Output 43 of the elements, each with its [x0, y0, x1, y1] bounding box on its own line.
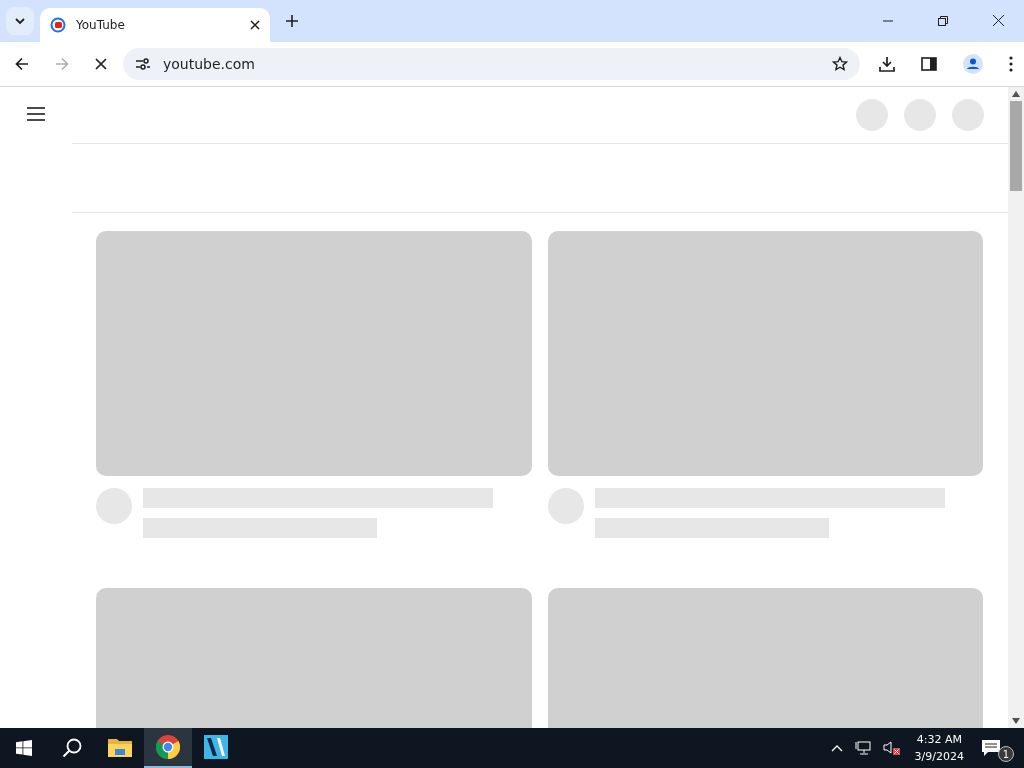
back-icon[interactable]	[15, 57, 29, 71]
chevron-up-icon[interactable]	[830, 744, 843, 752]
network-icon[interactable]	[854, 741, 871, 755]
windows-icon	[16, 740, 32, 756]
address-bar[interactable]: youtube.com	[123, 48, 860, 80]
loading-icon	[50, 17, 66, 33]
profile-icon[interactable]	[963, 54, 983, 74]
side-panel-icon[interactable]	[921, 57, 937, 71]
avatar-placeholder	[96, 488, 132, 524]
taskbar-app[interactable]	[144, 728, 192, 768]
skeleton-circle	[904, 99, 936, 131]
menu-icon[interactable]	[27, 107, 45, 121]
folder-icon	[108, 737, 132, 757]
chevron-down-icon	[14, 15, 26, 27]
menu-icon[interactable]	[1009, 56, 1013, 72]
skeleton-circle	[952, 99, 984, 131]
tab-search-button[interactable]	[6, 7, 34, 35]
notification-button[interactable]: 1	[982, 728, 1012, 768]
download-icon[interactable]	[879, 56, 895, 72]
message-icon	[982, 740, 1000, 756]
new-tab-icon[interactable]	[286, 15, 298, 27]
chrome-icon	[156, 735, 180, 759]
video-editor-icon	[204, 735, 228, 759]
scroll-down-icon[interactable]	[1012, 718, 1020, 724]
clock-time[interactable]: 4:32 AM	[916, 731, 962, 748]
scroll-thumb[interactable]	[1010, 101, 1022, 191]
scrollbar[interactable]	[1008, 87, 1024, 728]
tab-title: YouTube	[76, 18, 126, 32]
scroll-up-icon[interactable]	[1012, 91, 1020, 97]
close-icon[interactable]	[250, 20, 260, 30]
browser-tab[interactable]: YouTube	[40, 8, 270, 42]
stop-icon[interactable]	[95, 58, 107, 70]
site-settings-icon[interactable]	[135, 57, 151, 71]
avatar-placeholder	[548, 488, 584, 524]
notification-count: 1	[998, 746, 1014, 762]
close-icon[interactable]	[993, 15, 1004, 26]
search-icon	[62, 738, 82, 758]
muted-speaker-icon[interactable]	[882, 741, 901, 755]
bookmark-star-icon[interactable]	[832, 56, 848, 72]
url-text: youtube.com	[163, 56, 256, 72]
clock-date[interactable]: 3/9/2024	[914, 748, 964, 765]
skeleton-circle	[856, 99, 888, 131]
restore-icon[interactable]	[938, 16, 948, 26]
